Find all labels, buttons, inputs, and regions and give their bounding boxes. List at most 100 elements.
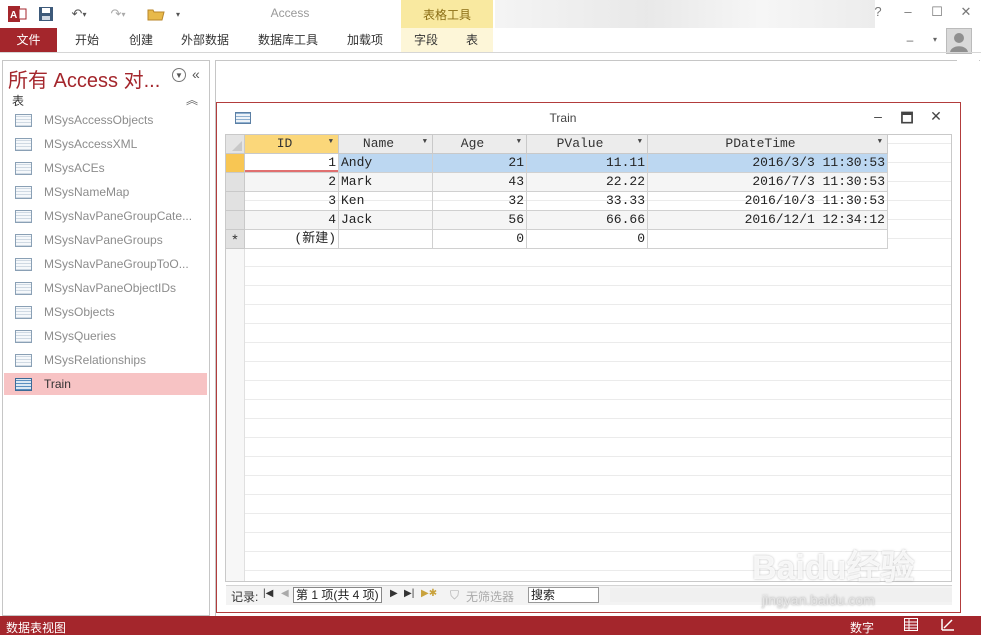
column-header-pdatetime[interactable]: PDateTime ▼ (648, 135, 888, 154)
window-minimize-button[interactable]: – (869, 108, 887, 124)
cell-pdatetime[interactable] (648, 230, 888, 249)
minimize-button[interactable]: – (898, 4, 918, 22)
cell-pvalue[interactable]: 11.11 (527, 154, 648, 173)
column-header-name[interactable]: Name ▼ (339, 135, 433, 154)
nav-item-msysnavpanegroups[interactable]: MSysNavPaneGroups (4, 229, 207, 251)
tab-table[interactable]: 表 (452, 28, 492, 52)
record-selector[interactable] (226, 211, 245, 230)
nav-item-msysnamemap[interactable]: MSysNameMap (4, 181, 207, 203)
chevron-down-icon[interactable]: ▼ (878, 138, 882, 146)
cell-age[interactable]: 0 (433, 230, 527, 249)
tab-file[interactable]: 文件 (0, 28, 57, 52)
cell-pdatetime[interactable]: 2016/12/1 12:34:12 (648, 211, 888, 230)
first-record-icon[interactable]: |◀ (263, 588, 273, 599)
nav-item-msysnavpanegroupcategories[interactable]: MSysNavPaneGroupCate... (4, 205, 207, 227)
last-record-icon[interactable]: ▶| (404, 588, 414, 599)
chevron-down-icon[interactable]: ▼ (329, 138, 333, 146)
cell-pdatetime[interactable]: 2016/3/3 11:30:53 (648, 154, 888, 173)
cell-age[interactable]: 21 (433, 154, 527, 173)
cell-pdatetime[interactable]: 2016/10/3 11:30:53 (648, 192, 888, 211)
cell-pvalue[interactable]: 66.66 (527, 211, 648, 230)
nav-item-msysaccessxml[interactable]: MSysAccessXML (4, 133, 207, 155)
account-dropdown-icon[interactable]: ▾ (928, 28, 942, 52)
nav-item-msysqueries[interactable]: MSysQueries (4, 325, 207, 347)
save-icon[interactable] (36, 4, 56, 24)
next-record-icon[interactable]: ▶ (390, 588, 398, 599)
chevron-up-icon[interactable]: ︽ (186, 91, 198, 108)
cell-id[interactable]: 2 (245, 173, 339, 192)
cell-pvalue[interactable]: 33.33 (527, 192, 648, 211)
tab-home[interactable]: 开始 (64, 28, 110, 52)
current-record-field[interactable]: 第 1 项(共 4 项) (293, 587, 382, 603)
ribbon-divider (0, 52, 981, 53)
status-bar (0, 616, 981, 635)
nav-item-label: MSysNavPaneGroupToO... (44, 257, 189, 271)
window-close-button[interactable]: ✕ (927, 108, 945, 125)
previous-record-icon[interactable]: ◀ (281, 588, 289, 599)
nav-item-msysobjects[interactable]: MSysObjects (4, 301, 207, 323)
customize-qat-icon[interactable]: ▾ (172, 4, 184, 24)
cell-name[interactable]: Ken (339, 192, 433, 211)
cell-id[interactable]: 1 (245, 154, 339, 173)
datasheet-view-icon[interactable] (904, 618, 918, 631)
record-selector[interactable] (226, 192, 245, 211)
cell-age[interactable]: 56 (433, 211, 527, 230)
tab-database-tools[interactable]: 数据库工具 (249, 28, 327, 52)
column-header-age[interactable]: Age ▼ (433, 135, 527, 154)
nav-item-msysrelationships[interactable]: MSysRelationships (4, 349, 207, 371)
column-header-pvalue[interactable]: PValue ▼ (527, 135, 648, 154)
cell-name[interactable] (339, 230, 433, 249)
cell-name[interactable]: Mark (339, 173, 433, 192)
table-icon (15, 233, 32, 247)
nav-item-msysaces[interactable]: MSysACEs (4, 157, 207, 179)
nav-pane-dropdown-icon[interactable]: ▼ (172, 68, 186, 82)
nav-item-train[interactable]: Train (4, 373, 207, 395)
new-record-selector[interactable]: * (226, 230, 245, 249)
design-view-icon[interactable] (941, 618, 955, 631)
avatar[interactable] (946, 28, 972, 54)
cell-age[interactable]: 32 (433, 192, 527, 211)
table-icon (15, 257, 32, 271)
table-icon (235, 112, 251, 124)
nav-item-msysnavpanegrouptoobjects[interactable]: MSysNavPaneGroupToO... (4, 253, 207, 275)
redo-icon[interactable]: ↷ ▾ (103, 4, 133, 24)
cell-pvalue[interactable]: 0 (527, 230, 648, 249)
column-header-id[interactable]: ID ▼ (245, 135, 339, 154)
open-folder-icon[interactable] (143, 4, 169, 24)
cell-pvalue[interactable]: 22.22 (527, 173, 648, 192)
select-all-button[interactable] (226, 135, 245, 154)
window-restore-button[interactable]: 🗖 (898, 108, 916, 132)
table-icon (15, 209, 32, 223)
record-selector[interactable] (226, 173, 245, 192)
tab-create[interactable]: 创建 (118, 28, 164, 52)
nav-item-msysnavpaneobjectids[interactable]: MSysNavPaneObjectIDs (4, 277, 207, 299)
filter-status[interactable]: 无筛选器 (466, 588, 514, 605)
record-selector[interactable] (226, 154, 245, 173)
filter-icon[interactable]: ⛉ (450, 588, 459, 603)
cell-id[interactable]: (新建) (245, 230, 339, 249)
cell-id[interactable]: 4 (245, 211, 339, 230)
ribbon-minimize-icon[interactable]: – (900, 28, 920, 52)
cell-name[interactable]: Andy (339, 154, 433, 173)
close-button[interactable]: ✕ (956, 4, 976, 22)
cell-pdatetime[interactable]: 2016/7/3 11:30:53 (648, 173, 888, 192)
cell-id[interactable]: 3 (245, 192, 339, 211)
chevron-down-icon[interactable]: ▼ (638, 138, 642, 146)
nav-item-label: MSysObjects (44, 305, 115, 319)
tab-add-ins[interactable]: 加载项 (337, 28, 393, 52)
nav-pane-collapse-icon[interactable]: « (192, 66, 200, 82)
help-button[interactable]: ? (868, 4, 888, 22)
cell-name[interactable]: Jack (339, 211, 433, 230)
chevron-down-icon[interactable]: ▼ (423, 138, 427, 146)
maximize-button[interactable]: ☐ (927, 4, 947, 22)
undo-icon[interactable]: ↶ ▾ (64, 4, 94, 24)
nav-pane-title[interactable]: 所有 Access 对... (8, 64, 160, 93)
chevron-down-icon[interactable]: ▼ (517, 138, 521, 146)
nav-group-header[interactable]: 表 (12, 92, 24, 109)
tab-external-data[interactable]: 外部数据 (172, 28, 238, 52)
new-record-icon[interactable]: ▶✱ (421, 588, 437, 599)
search-input[interactable]: 搜索 (528, 587, 599, 603)
cell-age[interactable]: 43 (433, 173, 527, 192)
tab-fields[interactable]: 字段 (404, 28, 448, 52)
nav-item-msysaccessobjects[interactable]: MSysAccessObjects (4, 109, 207, 131)
